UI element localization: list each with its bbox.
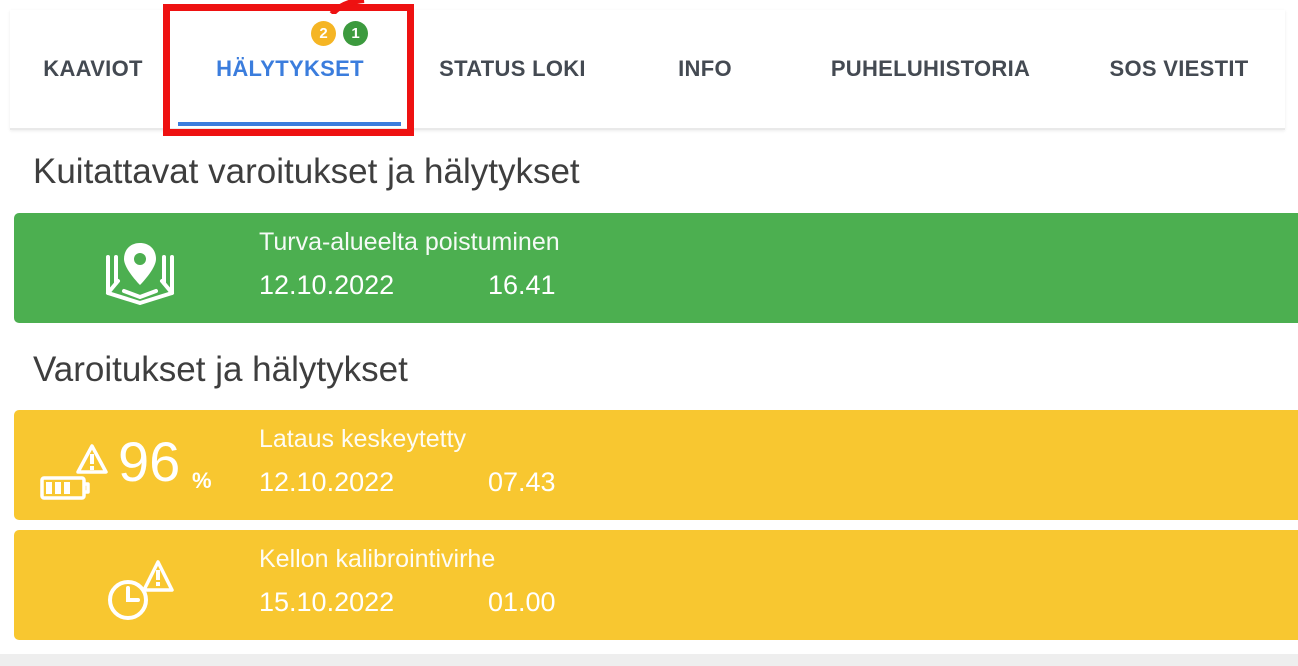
acknowledgeable-section-title: Kuitattavat varoitukset ja hälytykset [33,152,580,191]
tab-halytykset[interactable]: HÄLYTYKSET [180,44,400,94]
alert-date: 12.10.2022 [259,270,395,300]
tab-info[interactable]: INFO [660,44,750,94]
alert-title: Lataus keskeytetty [259,425,467,453]
battery-percent-value: 96 [118,430,181,493]
alert-date: 12.10.2022 [259,467,395,497]
active-tab-indicator [178,122,401,126]
alert-title: Turva-alueelta poistuminen [259,228,560,256]
alert-date: 15.10.2022 [259,587,395,617]
battery-percent-unit: % [192,468,212,493]
geofence-icon [36,213,236,323]
bottom-strip [0,654,1298,666]
badge-alerts-count: 1 [343,21,368,46]
annotation-arrow [328,0,368,14]
badge-warnings-count: 2 [311,21,336,46]
clock-warning-icon [36,530,236,640]
alert-time: 01.00 [488,587,556,617]
alert-card-charging-interrupted[interactable]: 96 % Lataus keskeytetty 12.10.2022 07.43 [14,410,1298,520]
alert-time: 07.43 [488,467,556,497]
top-strip [0,0,1298,10]
tab-sos-viestit[interactable]: SOS VIESTIT [1090,44,1268,94]
warnings-section-title: Varoitukset ja hälytykset [33,350,408,389]
tab-status-loki[interactable]: STATUS LOKI [420,44,605,94]
alert-time: 16.41 [488,270,556,300]
alert-card-clock-calibration[interactable]: Kellon kalibrointivirhe 15.10.2022 01.00 [14,530,1298,640]
alert-card-geofence[interactable]: Turva-alueelta poistuminen 12.10.2022 16… [14,213,1298,323]
tab-kaaviot[interactable]: KAAVIOT [28,44,158,94]
tab-puheluhistoria[interactable]: PUHELUHISTORIA [808,44,1053,94]
alert-title: Kellon kalibrointivirhe [259,545,496,573]
